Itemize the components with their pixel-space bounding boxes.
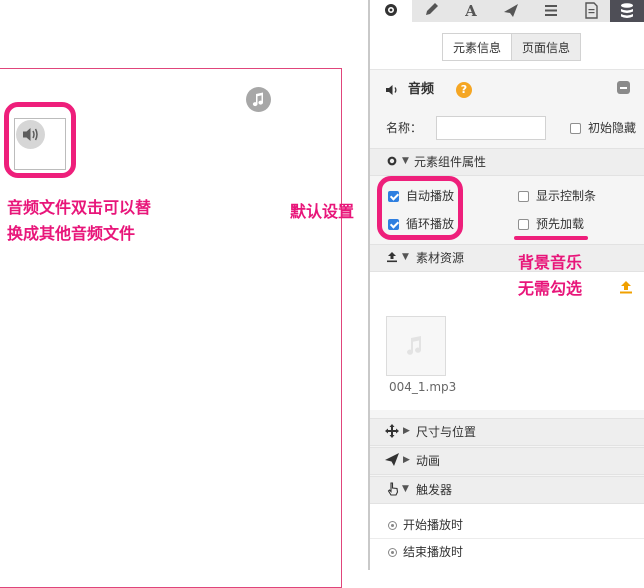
size-position-header[interactable] [370, 418, 644, 446]
show-controls-checkbox[interactable] [518, 191, 529, 202]
assets-header[interactable] [370, 244, 644, 272]
preload-underline-annotation [514, 236, 588, 240]
audio-section-title: 音频 [408, 82, 435, 97]
hide-initially-label: 初始隐藏 [588, 121, 637, 135]
upload-icon[interactable] [619, 280, 633, 297]
chevron-down-icon: ▼ [402, 252, 409, 262]
layers-icon[interactable] [610, 0, 644, 22]
annotation-bg-music-line2: 无需勾选 [518, 279, 583, 298]
help-icon[interactable]: ? [456, 82, 472, 98]
annotation-audio-replace-line1: 音频文件双击可以替 [7, 198, 152, 217]
asset-thumbnail[interactable] [386, 316, 446, 376]
animation-title: 动画 [416, 454, 441, 468]
annotation-bg-music-line1: 背景音乐 [518, 253, 583, 272]
trigger-title: 触发器 [416, 483, 453, 497]
send-icon [385, 453, 399, 470]
pencil-icon[interactable] [412, 0, 452, 22]
music-note-icon[interactable] [246, 87, 271, 112]
trigger-end-label[interactable]: 结束播放时 [403, 542, 463, 562]
chevron-right-icon: ▶ [403, 426, 410, 436]
trigger-header[interactable] [370, 476, 644, 504]
tab-element-info[interactable]: 元素信息 [442, 33, 512, 61]
divider [370, 538, 644, 539]
chevron-down-icon: ▼ [402, 484, 409, 494]
upload-small-icon [386, 251, 398, 266]
move-arrows-icon [385, 424, 399, 441]
component-props-title: 元素组件属性 [414, 155, 487, 169]
collapse-minus-icon[interactable] [617, 81, 630, 94]
text-icon[interactable]: A [451, 0, 491, 22]
animation-header[interactable] [370, 447, 644, 475]
trigger-start-label[interactable]: 开始播放时 [403, 515, 463, 535]
chevron-down-icon: ▼ [402, 156, 409, 166]
preload-checkbox[interactable] [518, 219, 529, 230]
name-label: 名称： [386, 121, 423, 135]
list-icon[interactable] [531, 0, 571, 22]
annotation-default-settings: 默认设置 [290, 202, 355, 221]
trigger-end-radio[interactable] [388, 548, 397, 557]
send-icon[interactable] [491, 0, 531, 22]
component-props-header[interactable] [370, 148, 644, 176]
hand-pointer-icon [386, 482, 400, 499]
hide-initially-checkbox[interactable] [570, 123, 581, 134]
annotation-audio-replace-line2: 换成其他音频文件 [7, 224, 136, 243]
assets-title: 素材资源 [416, 251, 465, 265]
preload-label: 预先加载 [536, 217, 585, 231]
asset-file-name: 004_1.mp3 [389, 380, 457, 394]
trigger-start-radio[interactable] [388, 521, 397, 530]
gear-icon[interactable] [370, 0, 412, 22]
name-input[interactable] [436, 116, 546, 140]
audio-highlight-annotation [4, 102, 76, 178]
tab-page-info[interactable]: 页面信息 [511, 33, 581, 61]
svg-text:A: A [464, 2, 477, 20]
play-options-highlight-annotation [377, 176, 463, 240]
volume-icon [385, 83, 401, 100]
size-position-title: 尺寸与位置 [416, 425, 477, 439]
show-controls-label: 显示控制条 [536, 189, 597, 203]
chevron-right-icon: ▶ [403, 455, 410, 465]
gear-icon [386, 155, 398, 170]
document-icon[interactable] [571, 0, 611, 22]
